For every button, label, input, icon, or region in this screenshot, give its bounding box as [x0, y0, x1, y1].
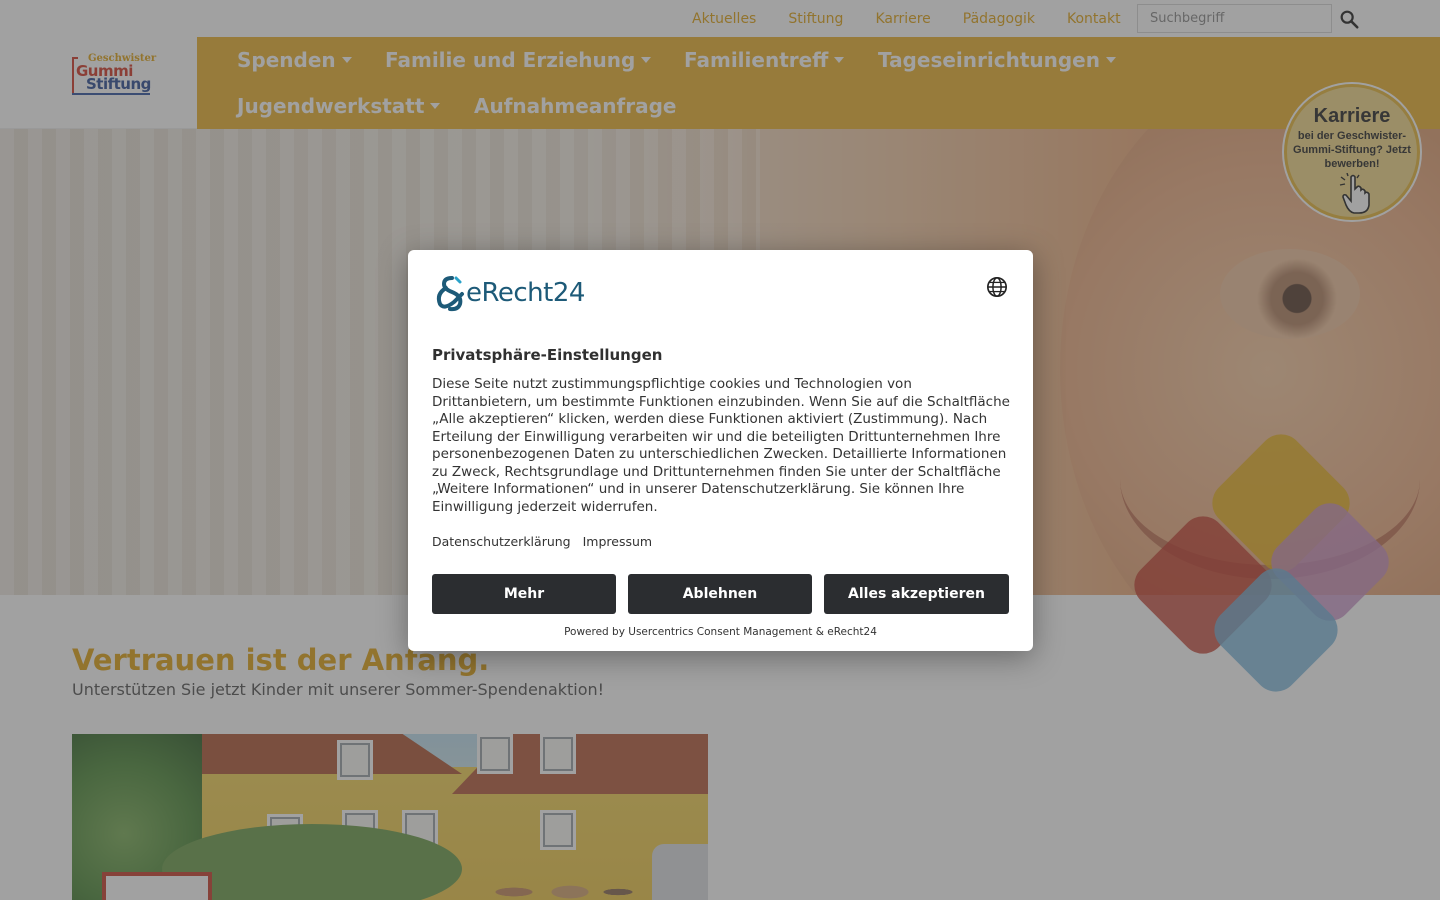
decline-button[interactable]: Ablehnen	[628, 574, 812, 614]
consent-dialog: eRecht24 Privatsphäre-Einstellungen Dies…	[408, 250, 1033, 651]
accept-all-button[interactable]: Alles akzeptieren	[824, 574, 1009, 614]
more-button[interactable]: Mehr	[432, 574, 616, 614]
consent-body: Diese Seite nutzt zustimmungspflichtige …	[432, 376, 1010, 515]
brand-name: eRecht24	[466, 278, 585, 308]
consent-title: Privatsphäre-Einstellungen	[432, 346, 663, 364]
globe-icon[interactable]	[986, 276, 1008, 298]
erecht24-logo: eRecht24	[432, 274, 585, 312]
powered-by: Powered by Usercentrics Consent Manageme…	[564, 626, 877, 638]
privacy-policy-link[interactable]: Datenschutzerklärung	[432, 534, 571, 549]
erecht24-mark-icon	[436, 276, 464, 312]
consent-links: Datenschutzerklärung Impressum	[432, 534, 664, 549]
imprint-link[interactable]: Impressum	[583, 534, 652, 549]
